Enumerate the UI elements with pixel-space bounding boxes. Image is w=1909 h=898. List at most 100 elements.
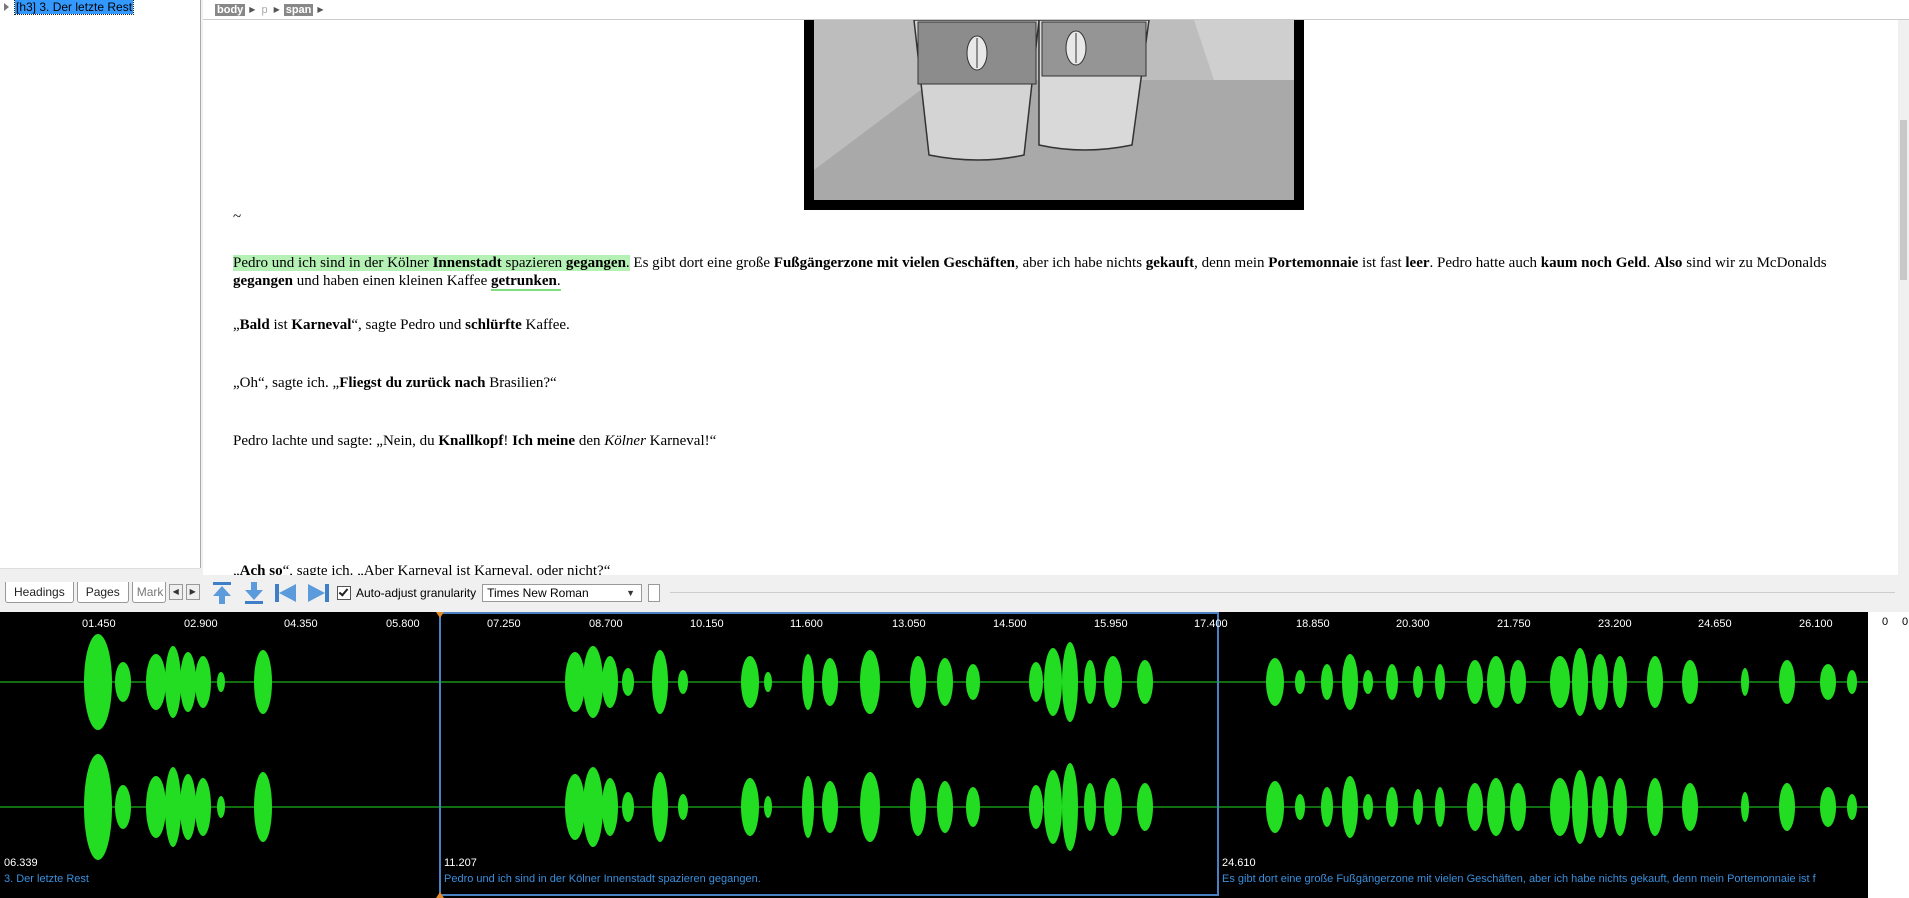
playhead-top-marker[interactable] <box>436 612 444 618</box>
text-run: . <box>556 273 561 289</box>
time-tick-label: 20.300 <box>1396 618 1430 630</box>
bold-word: schlürfte <box>465 317 522 333</box>
waveform-peak <box>1820 664 1836 700</box>
highlighted-sentence[interactable]: Pedro und ich sind in der Kölner Innenst… <box>233 255 630 271</box>
time-tick-label: 11.600 <box>790 618 823 630</box>
waveform-peak <box>165 767 181 847</box>
waveform-peak <box>1413 666 1423 698</box>
waveform-peak <box>1682 660 1698 704</box>
text-run: ist <box>269 317 292 333</box>
paragraph-2[interactable]: „Bald ist Karneval“, sagte Pedro und sch… <box>233 316 1873 334</box>
waveform-peak <box>1779 783 1795 831</box>
time-tick-label: 07.250 <box>487 618 521 630</box>
tree-item-label[interactable]: [h3] 3. Der letzte Rest <box>13 0 135 15</box>
waveform-peak <box>860 772 880 842</box>
paragraph-5[interactable]: „Ach so“, sagte ich. „Aber Karneval ist … <box>233 562 1873 575</box>
tab-marks[interactable]: Mark <box>131 582 166 603</box>
text-run: . <box>1646 255 1655 271</box>
waveform-peak <box>115 785 131 829</box>
waveform-peak <box>678 670 688 694</box>
waveform-peak <box>583 646 603 718</box>
waveform-peak <box>1342 776 1358 838</box>
breadcrumb-separator-icon: ▶ <box>249 5 256 14</box>
tab-scroll-left-icon[interactable]: ◀ <box>168 584 183 600</box>
waveform-peak <box>1363 794 1373 820</box>
waveform-peak <box>1386 664 1398 700</box>
tree-item-heading[interactable]: [h3] 3. Der letzte Rest <box>4 0 135 15</box>
navigation-panel: [h3] 3. Der letzte Rest <box>0 0 201 568</box>
checkbox-box[interactable] <box>337 586 351 600</box>
text-run: Karneval!“ <box>645 433 717 449</box>
waveform-peak <box>1062 763 1078 851</box>
breadcrumb-p[interactable]: p <box>259 4 269 16</box>
waveform-peak <box>1413 789 1423 825</box>
waveform-peak <box>1613 778 1627 836</box>
breadcrumb-separator-icon: ▶ <box>317 5 324 14</box>
breadcrumb-span[interactable]: span <box>283 3 314 16</box>
text-run: „Oh“, sagte ich. „ <box>233 375 340 391</box>
move-up-icon[interactable] <box>209 580 235 606</box>
segment-text[interactable]: 3. Der letzte Rest <box>4 873 89 885</box>
document-view[interactable]: ~ Pedro und ich sind in der Kölner Innen… <box>203 20 1898 575</box>
segment-text[interactable]: Es gibt dort eine große Fußgängerzone mi… <box>1222 873 1816 885</box>
auto-adjust-granularity-checkbox[interactable]: Auto-adjust granularity <box>337 586 476 600</box>
bold-word: Portemonnaie <box>1268 255 1359 271</box>
bold-word: Fußgängerzone mit vielen Geschäften <box>773 255 1016 271</box>
time-tick-label: 13.050 <box>892 618 926 630</box>
nav-tabs: Headings Pages Mark ◀ ▶ <box>5 582 200 604</box>
waveform-peak <box>1847 794 1857 820</box>
paragraph-1[interactable]: Pedro und ich sind in der Kölner Innenst… <box>233 254 1873 291</box>
waveform-peak <box>1044 770 1062 844</box>
waveform-peak <box>1435 787 1445 827</box>
audio-waveform[interactable]: 01.450 02.900 04.350 05.800 07.250 08.700 10.1… <box>0 612 1868 898</box>
tab-pages[interactable]: Pages <box>76 582 129 603</box>
tab-headings[interactable]: Headings <box>5 582 74 603</box>
bold-word: Ach so <box>239 563 283 575</box>
skip-forward-icon[interactable] <box>305 580 331 606</box>
waveform-peak <box>146 776 166 838</box>
granularity-slider[interactable] <box>648 584 661 602</box>
waveform-peak <box>1084 783 1096 831</box>
text-run: Brasilien?“ <box>485 375 557 391</box>
text-run: den <box>575 433 605 449</box>
font-select-value: Times New Roman <box>487 586 589 600</box>
move-down-icon[interactable] <box>241 580 267 606</box>
document-vertical-scrollbar[interactable] <box>1898 20 1909 575</box>
waveform-peak <box>966 787 980 827</box>
waveform-peak <box>1266 658 1284 706</box>
waveform-selection[interactable] <box>439 612 1219 896</box>
time-tick-label: 04.350 <box>284 618 318 630</box>
waveform-peak <box>165 646 181 718</box>
skip-back-icon[interactable] <box>273 580 299 606</box>
breadcrumb-body[interactable]: body <box>215 3 246 16</box>
font-select[interactable]: Times New Roman ▼ <box>482 584 643 602</box>
paragraph-4[interactable]: Pedro lachte und sagte: „Nein, du Knallk… <box>233 432 1873 450</box>
segment-text[interactable]: Pedro und ich sind in der Kölner Innenst… <box>444 873 761 885</box>
paragraph-3[interactable]: „Oh“, sagte ich. „Fliegst du zurück nach… <box>233 374 1873 392</box>
waveform-peak <box>1510 783 1526 831</box>
text-run: “, sagte Pedro und <box>351 317 466 333</box>
nav-horizontal-scrollbar[interactable] <box>0 568 200 581</box>
bold-word: Karneval <box>291 317 352 333</box>
waveform-canvas[interactable] <box>0 612 1868 898</box>
waveform-peak <box>1613 656 1627 708</box>
waveform-peak <box>115 662 131 702</box>
tab-scroll-right-icon[interactable]: ▶ <box>185 584 200 600</box>
waveform-peak <box>1647 778 1663 836</box>
segment-time: 24.610 <box>1222 857 1256 869</box>
waveform-peak <box>146 654 166 710</box>
text-run: Es gibt dort eine große <box>629 255 774 271</box>
time-tick-label: 26.100 <box>1799 618 1833 630</box>
waveform-peak <box>764 672 772 692</box>
waveform-peak <box>180 652 196 712</box>
waveform-peak <box>1572 648 1588 716</box>
waveform-peak <box>764 796 772 818</box>
text-run: Kaffee. <box>521 317 570 333</box>
chevron-down-icon[interactable]: ▼ <box>626 588 635 598</box>
expand-triangle-icon[interactable] <box>4 3 9 11</box>
waveform-peak <box>622 668 634 696</box>
time-tick-label: 05.800 <box>386 618 420 630</box>
bold-word: kaum noch Geld <box>1540 255 1647 271</box>
scrollbar-thumb[interactable] <box>1900 120 1907 280</box>
waveform-peak <box>565 652 585 712</box>
